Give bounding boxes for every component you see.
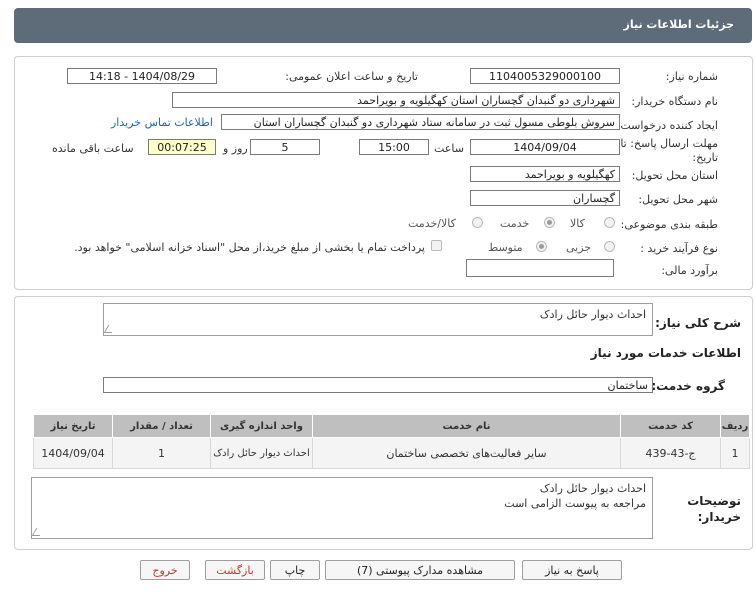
- days-remaining-field: 5: [250, 139, 320, 155]
- time-remaining-label: ساعت باقی مانده: [52, 142, 134, 155]
- col-date: تاریخ نیاز: [33, 414, 113, 438]
- category-radio-service[interactable]: [544, 217, 555, 228]
- summary-label: شرح کلی نیاز:: [655, 316, 741, 330]
- estimate-field[interactable]: [466, 259, 614, 277]
- reply-button[interactable]: پاسخ به نیاز: [522, 560, 622, 580]
- summary-text: احداث دیوار حائل رادک: [539, 308, 646, 321]
- category-option-goods: کالا: [570, 217, 585, 230]
- cell-qty: 1: [112, 437, 211, 469]
- service-group-label: گروه خدمت:: [651, 379, 725, 393]
- col-qty: تعداد / مقدار: [112, 414, 211, 438]
- table-header-row: ردیف کد خدمت نام خدمت واحد اندازه گیری ت…: [33, 414, 750, 438]
- estimate-label: برآورد مالی:: [661, 264, 718, 277]
- category-option-service: خدمت: [500, 217, 530, 230]
- cell-date: 1404/09/04: [33, 437, 113, 469]
- attachments-button[interactable]: مشاهده مدارک پیوستی (7): [325, 560, 515, 580]
- buyer-notes-label-1: توضیحات: [687, 494, 741, 508]
- treasury-payment-checkbox[interactable]: [431, 240, 442, 251]
- deadline-time-label: ساعت: [434, 142, 464, 155]
- process-radio-minor[interactable]: [604, 241, 615, 252]
- deadline-time-field: 15:00: [359, 139, 429, 155]
- province-label: استان محل تحویل:: [631, 169, 718, 182]
- category-radio-both[interactable]: [472, 217, 483, 228]
- print-button[interactable]: چاپ: [270, 560, 320, 580]
- city-label: شهر محل تحویل:: [638, 193, 718, 206]
- resize-handle-icon[interactable]: [103, 325, 117, 333]
- col-name: نام خدمت: [312, 414, 621, 438]
- announce-label: تاریخ و ساعت اعلان عمومی:: [285, 70, 418, 83]
- page-title: جزئیات اطلاعات نیاز: [623, 18, 735, 31]
- process-option-minor: جزیی: [566, 241, 592, 254]
- back-button[interactable]: بازگشت: [205, 560, 265, 580]
- services-section-title: اطلاعات خدمات مورد نیاز: [590, 346, 741, 360]
- city-field: گچساران: [470, 190, 620, 206]
- services-table: ردیف کد خدمت نام خدمت واحد اندازه گیری ت…: [33, 414, 750, 469]
- exit-button[interactable]: خروج: [140, 560, 190, 580]
- treasury-payment-note: پرداخت تمام یا بخشی از مبلغ خرید،از محل …: [74, 241, 425, 254]
- need-number-field: 1104005329000100: [470, 68, 620, 84]
- province-field: کهگیلویه و بویراحمد: [470, 166, 620, 182]
- process-radio-medium[interactable]: [536, 241, 547, 252]
- buyer-notes-line-2: مراجعه به پیوست الزامی است: [504, 497, 646, 510]
- buyer-label: نام دستگاه خریدار:: [631, 95, 718, 108]
- summary-textarea[interactable]: احداث دیوار حائل رادک: [103, 303, 653, 336]
- cell-code: ج-43-439: [620, 437, 721, 469]
- process-label: نوع فرآیند خرید :: [640, 242, 718, 255]
- buyer-notes-label-2: خریدار:: [697, 510, 741, 524]
- category-radio-goods[interactable]: [604, 217, 615, 228]
- page-header: جزئیات اطلاعات نیاز: [14, 8, 752, 43]
- col-index: ردیف: [720, 414, 750, 438]
- col-code: کد خدمت: [620, 414, 721, 438]
- process-option-medium: متوسط: [488, 241, 523, 254]
- days-label: روز و: [223, 142, 248, 155]
- category-label: طبقه بندی موضوعی:: [620, 218, 718, 231]
- table-row: 1 ج-43-439 سایر فعالیت‌های تخصصی ساختمان…: [33, 437, 750, 469]
- creator-label: ایجاد کننده درخواست:: [616, 119, 718, 132]
- buyer-contact-link[interactable]: اطلاعات تماس خریدار: [111, 116, 213, 129]
- buyer-notes-textarea[interactable]: احداث دیوار حائل رادک مراجعه به پیوست ال…: [31, 477, 653, 539]
- announce-field: 1404/08/29 - 14:18: [67, 68, 217, 84]
- col-unit: واحد اندازه گیری: [210, 414, 313, 438]
- creator-field: سروش بلوطی مسول ثبت در سامانه ستاد شهردا…: [221, 114, 620, 130]
- category-option-both: کالا/خدمت: [408, 217, 456, 230]
- cell-index: 1: [720, 437, 750, 469]
- service-group-field: ساختمان: [103, 377, 653, 393]
- cell-unit: احداث دیوار حائل رادک: [210, 437, 313, 469]
- deadline-label: مهلت ارسال پاسخ: تا تاریخ:: [620, 137, 718, 164]
- deadline-date-field: 1404/09/04: [470, 139, 620, 155]
- cell-name: سایر فعالیت‌های تخصصی ساختمان: [312, 437, 621, 469]
- resize-handle-icon[interactable]: [31, 528, 45, 536]
- time-remaining-field: 00:07:25: [148, 139, 216, 155]
- need-number-label: شماره نیاز:: [665, 70, 718, 83]
- buyer-notes-line-1: احداث دیوار حائل رادک: [539, 482, 646, 495]
- buyer-field: شهرداری دو گنبدان گچساران استان کهگیلویه…: [172, 92, 620, 108]
